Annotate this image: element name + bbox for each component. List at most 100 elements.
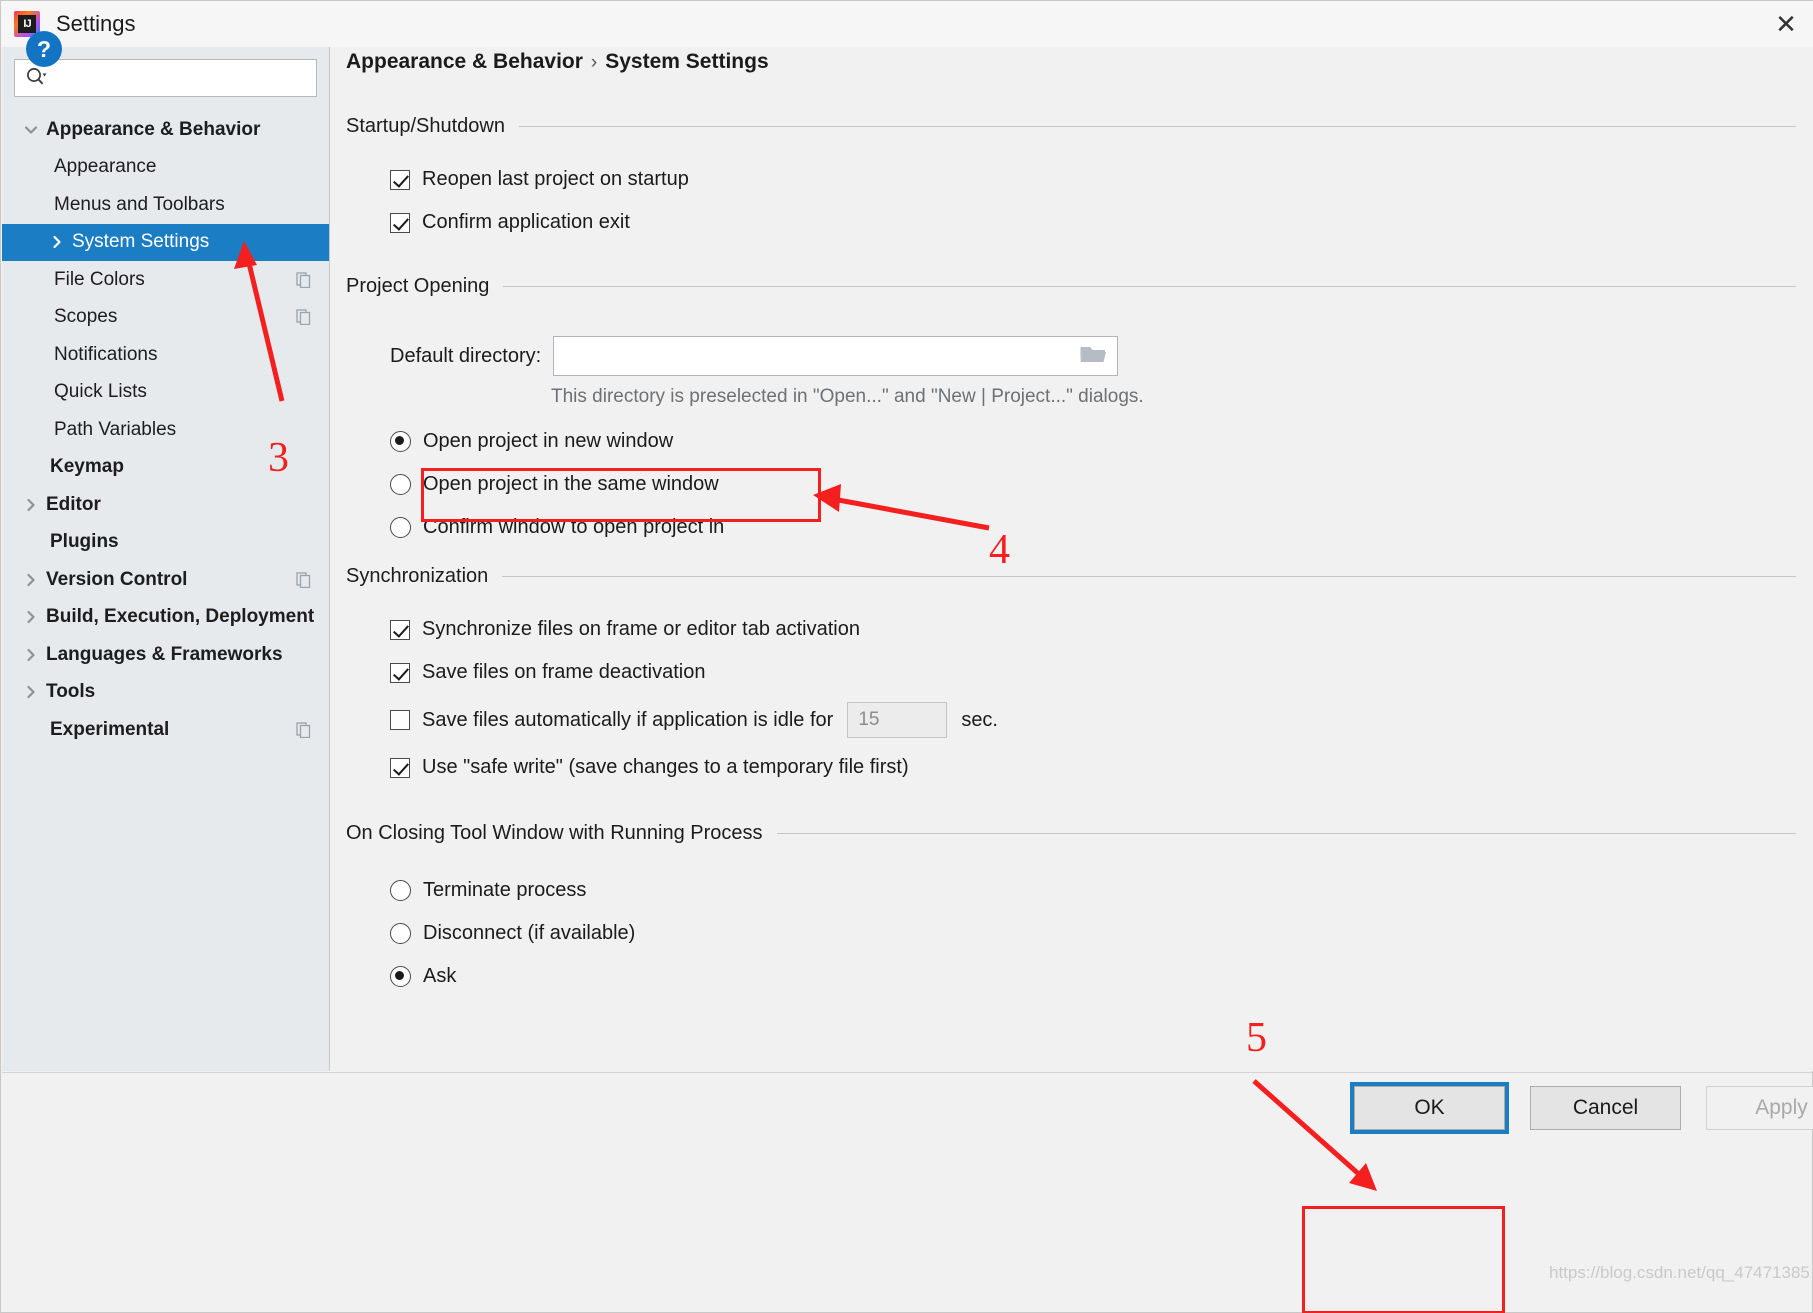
checkbox-sync-files-on-frame-activation[interactable]: Synchronize files on frame or editor tab… xyxy=(390,618,1796,641)
section-label: Synchronization xyxy=(346,565,489,587)
radio-disconnect-if-available[interactable]: Disconnect (if available) xyxy=(390,922,1796,945)
sidebar-item-quick-lists[interactable]: Quick Lists xyxy=(2,374,329,412)
checkbox-box[interactable] xyxy=(390,710,410,730)
window-title: Settings xyxy=(56,11,136,36)
section-startup-shutdown: Startup/Shutdown Reopen last project on … xyxy=(346,115,1796,234)
radio-label: Open project in new window xyxy=(423,430,674,452)
apply-button[interactable]: Apply xyxy=(1706,1086,1813,1130)
chevron-down-icon[interactable] xyxy=(20,123,42,137)
checkbox-box[interactable] xyxy=(390,169,410,190)
sidebar-item-menus-and-toolbars[interactable]: Menus and Toolbars xyxy=(2,186,329,224)
section-title-project-opening: Project Opening xyxy=(346,275,1796,298)
sidebar-item-label: Appearance & Behavior xyxy=(46,118,261,140)
sidebar-item-label: Editor xyxy=(46,493,101,515)
checkbox-box[interactable] xyxy=(390,662,410,683)
sidebar-item-scopes[interactable]: Scopes xyxy=(2,299,329,337)
sidebar-item-editor[interactable]: Editor xyxy=(2,486,329,524)
close-icon[interactable]: ✕ xyxy=(1758,1,1813,47)
checkbox-box[interactable] xyxy=(390,757,410,778)
sidebar-item-label: Keymap xyxy=(50,456,124,478)
sidebar-item-tools[interactable]: Tools xyxy=(2,674,329,712)
settings-tree: Appearance & Behavior Appearance Menus and… xyxy=(2,111,329,749)
search-input[interactable] xyxy=(47,68,316,88)
radio-terminate-process[interactable]: Terminate process xyxy=(390,879,1796,902)
section-rule xyxy=(502,576,1796,577)
copy-settings-icon[interactable] xyxy=(296,272,312,288)
checkbox-reopen-last-project[interactable]: Reopen last project on startup xyxy=(390,168,1796,191)
sidebar-item-label: Quick Lists xyxy=(54,381,147,403)
copy-settings-icon[interactable] xyxy=(296,309,312,326)
radio-label: Ask xyxy=(423,965,457,987)
radio-confirm-window-open-project[interactable]: Confirm window to open project in xyxy=(390,516,1796,539)
checkbox-label: Save files on frame deactivation xyxy=(422,661,706,683)
checkbox-save-files-on-frame-deactivation[interactable]: Save files on frame deactivation xyxy=(390,661,1796,684)
sidebar-item-appearance[interactable]: Appearance xyxy=(2,149,329,187)
default-directory-input[interactable] xyxy=(554,337,1080,375)
section-label: On Closing Tool Window with Running Proc… xyxy=(346,822,763,844)
sidebar-item-experimental[interactable]: Experimental xyxy=(2,711,329,749)
sidebar-item-keymap[interactable]: Keymap xyxy=(2,449,329,487)
folder-icon[interactable] xyxy=(1079,343,1107,370)
checkbox-label: Save files automatically if application … xyxy=(422,708,834,731)
chevron-right-icon[interactable] xyxy=(20,498,42,512)
section-label: Startup/Shutdown xyxy=(346,115,505,137)
sidebar-item-label: Menus and Toolbars xyxy=(54,193,225,215)
sidebar-item-label: Scopes xyxy=(54,306,118,328)
checkbox-use-safe-write[interactable]: Use "safe write" (save changes to a temp… xyxy=(390,756,1796,779)
sidebar-item-label: Version Control xyxy=(46,568,188,590)
sidebar-item-label: File Colors xyxy=(54,268,145,290)
sidebar-item-system-settings[interactable]: System Settings xyxy=(2,223,329,261)
radio-open-project-new-window[interactable]: Open project in new window xyxy=(390,430,1796,453)
default-directory-row: Default directory: xyxy=(390,336,1796,376)
section-title-synchronization: Synchronization xyxy=(346,565,1796,588)
sidebar-item-appearance-behavior[interactable]: Appearance & Behavior xyxy=(2,111,329,149)
sidebar-item-file-colors[interactable]: File Colors xyxy=(2,261,329,299)
section-closing-tool-window: On Closing Tool Window with Running Proc… xyxy=(346,822,1796,988)
ok-button[interactable]: OK xyxy=(1350,1082,1509,1134)
copy-settings-icon[interactable] xyxy=(296,722,312,738)
settings-dialog: IJ Settings ✕ Appearance & Behavior Appea… xyxy=(0,0,1813,1313)
checkbox-box[interactable] xyxy=(390,619,410,640)
sidebar-item-notifications[interactable]: Notifications xyxy=(2,336,329,374)
radio-label: Disconnect (if available) xyxy=(423,922,636,944)
chevron-right-icon[interactable] xyxy=(46,235,68,249)
checkbox-label: Reopen last project on startup xyxy=(422,168,689,190)
idle-seconds-input[interactable]: 15 xyxy=(847,702,948,738)
radio-label: Open project in the same window xyxy=(423,473,719,495)
radio-button[interactable] xyxy=(390,923,411,944)
checkbox-box[interactable] xyxy=(390,212,410,233)
default-directory-label: Default directory: xyxy=(390,344,542,367)
default-directory-field[interactable] xyxy=(553,336,1119,376)
chevron-right-icon[interactable] xyxy=(20,610,42,624)
chevron-right-icon[interactable] xyxy=(20,573,42,587)
sidebar-item-build-execution-deployment[interactable]: Build, Execution, Deployment xyxy=(2,599,329,637)
sidebar-item-label: Languages & Frameworks xyxy=(46,643,283,665)
radio-button[interactable] xyxy=(390,431,411,452)
chevron-right-icon[interactable] xyxy=(20,685,42,699)
sidebar-item-plugins[interactable]: Plugins xyxy=(2,524,329,562)
cancel-button[interactable]: Cancel xyxy=(1530,1086,1681,1130)
section-title-closing-tool-window: On Closing Tool Window with Running Proc… xyxy=(346,822,1796,845)
idle-seconds-unit: sec. xyxy=(961,708,998,731)
radio-button[interactable] xyxy=(390,966,411,987)
radio-open-project-same-window[interactable]: Open project in the same window xyxy=(390,473,1796,496)
radio-button[interactable] xyxy=(390,880,411,901)
sidebar-item-label: Experimental xyxy=(50,718,170,740)
sidebar-item-version-control[interactable]: Version Control xyxy=(2,561,329,599)
copy-settings-icon[interactable] xyxy=(296,572,312,588)
radio-button[interactable] xyxy=(390,474,411,495)
radio-ask[interactable]: Ask xyxy=(390,965,1796,988)
radio-button[interactable] xyxy=(390,517,411,538)
checkbox-confirm-application-exit[interactable]: Confirm application exit xyxy=(390,211,1796,234)
breadcrumb-root[interactable]: Appearance & Behavior xyxy=(346,50,583,73)
breadcrumb-separator-icon: › xyxy=(590,52,598,73)
sidebar-item-label: System Settings xyxy=(72,231,210,253)
sidebar-item-languages-frameworks[interactable]: Languages & Frameworks xyxy=(2,636,329,674)
section-project-opening: Project Opening Default directory: This … xyxy=(346,275,1796,539)
section-synchronization: Synchronization Synchronize files on fra… xyxy=(346,565,1796,779)
checkbox-save-files-automatically-idle[interactable]: Save files automatically if application … xyxy=(390,702,1796,738)
sidebar-item-path-variables[interactable]: Path Variables xyxy=(2,411,329,449)
section-rule xyxy=(503,286,1796,287)
chevron-right-icon[interactable] xyxy=(20,648,42,662)
checkbox-label: Confirm application exit xyxy=(422,211,630,233)
